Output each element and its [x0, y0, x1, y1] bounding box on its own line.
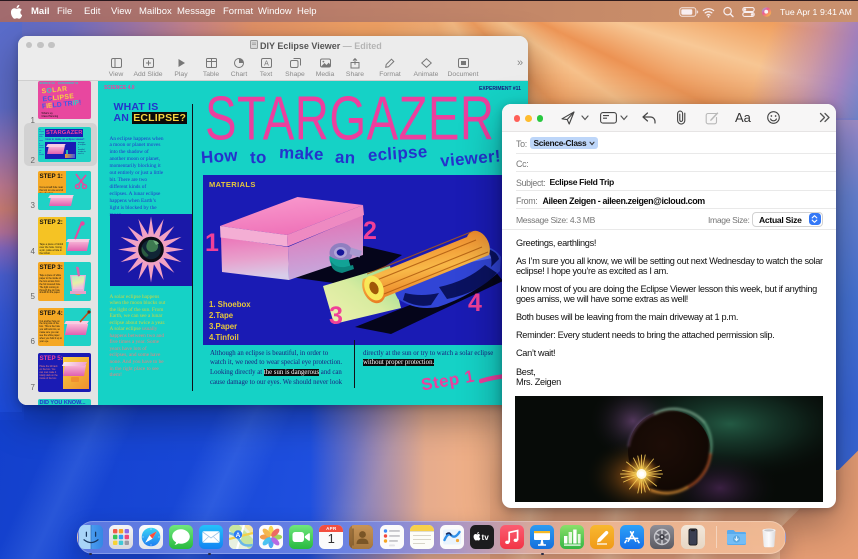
svg-text:A: A	[264, 61, 269, 68]
svg-text:3: 3	[329, 302, 343, 330]
svg-text:1. Shoebox: 1. Shoebox	[209, 300, 251, 309]
svg-text:A: A	[236, 532, 241, 539]
svg-text:tv: tv	[481, 532, 489, 541]
svg-text:4: 4	[468, 289, 482, 317]
svg-text:3.Paper: 3.Paper	[209, 322, 237, 331]
svg-text:1: 1	[205, 229, 219, 257]
svg-text:4.Tinfoil: 4.Tinfoil	[209, 333, 239, 342]
svg-text:2: 2	[363, 217, 377, 245]
svg-text:2.Tape: 2.Tape	[209, 311, 234, 320]
svg-text:MATERIALS: MATERIALS	[209, 180, 256, 189]
